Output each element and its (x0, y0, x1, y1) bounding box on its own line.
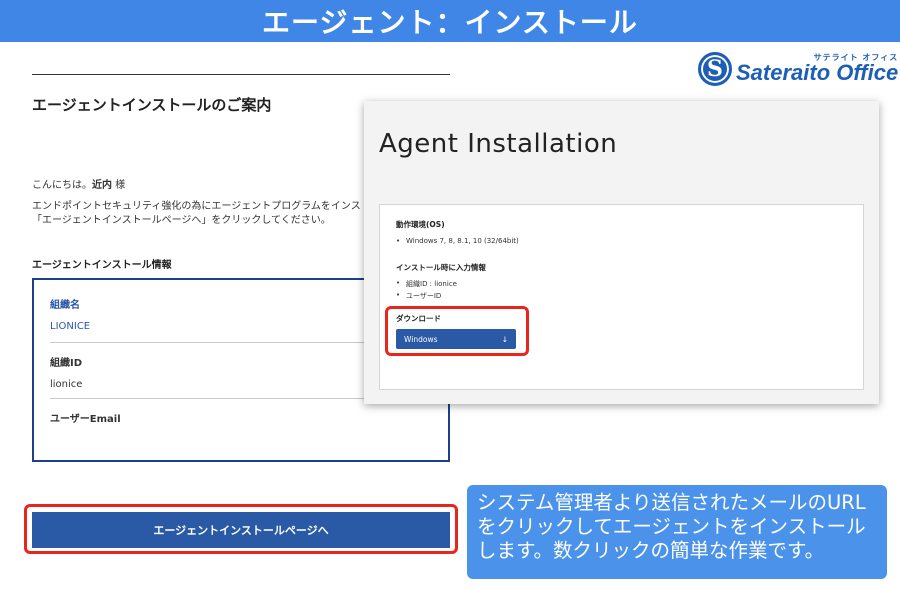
user-email-label: ユーザーEmail (50, 414, 121, 425)
slide-banner: エージェント：インストール (0, 0, 900, 42)
agent-installation-page: Agent Installation 動作環境(OS) Windows 7, 8… (364, 101, 879, 404)
install-info-title: エージェントインストール情報 (32, 260, 172, 271)
email-divider (32, 74, 450, 75)
user-email-row: ユーザーEmail (50, 410, 420, 435)
install-card: 動作環境(OS) Windows 7, 8, 8.1, 10 (32/64bit… (379, 204, 864, 390)
input-item-user-id: ユーザーID (396, 291, 441, 301)
page-title: Agent Installation (379, 129, 618, 159)
banner-title: エージェント：インストール (262, 6, 638, 39)
download-highlight (385, 306, 529, 356)
input-item-org-id: 組織ID : lionice (396, 279, 457, 289)
install-page-button[interactable]: エージェントインストールページへ (32, 512, 450, 548)
logo-emblem-icon: S (698, 52, 732, 86)
email-title: エージェントインストールのご案内 (32, 96, 272, 114)
email-intro: エンドポイントセキュリティ強化の為にエージェントプログラムをインスト 「エージェ… (32, 201, 371, 226)
explanation-callout: システム管理者より送信されたメールのURL をクリックしてエージェントをインスト… (467, 485, 887, 579)
os-heading: 動作環境(OS) (396, 220, 445, 229)
logo-name: Sateraito Office (736, 60, 899, 85)
email-greeting: こんにちは。近内 様 (32, 180, 126, 191)
input-heading: インストール時に入力情報 (396, 263, 486, 272)
os-item: Windows 7, 8, 8.1, 10 (32/64bit) (396, 237, 519, 245)
sateraito-logo: S サテライト オフィス Sateraito Office (698, 52, 898, 86)
recipient-name: 近内 (92, 180, 112, 191)
